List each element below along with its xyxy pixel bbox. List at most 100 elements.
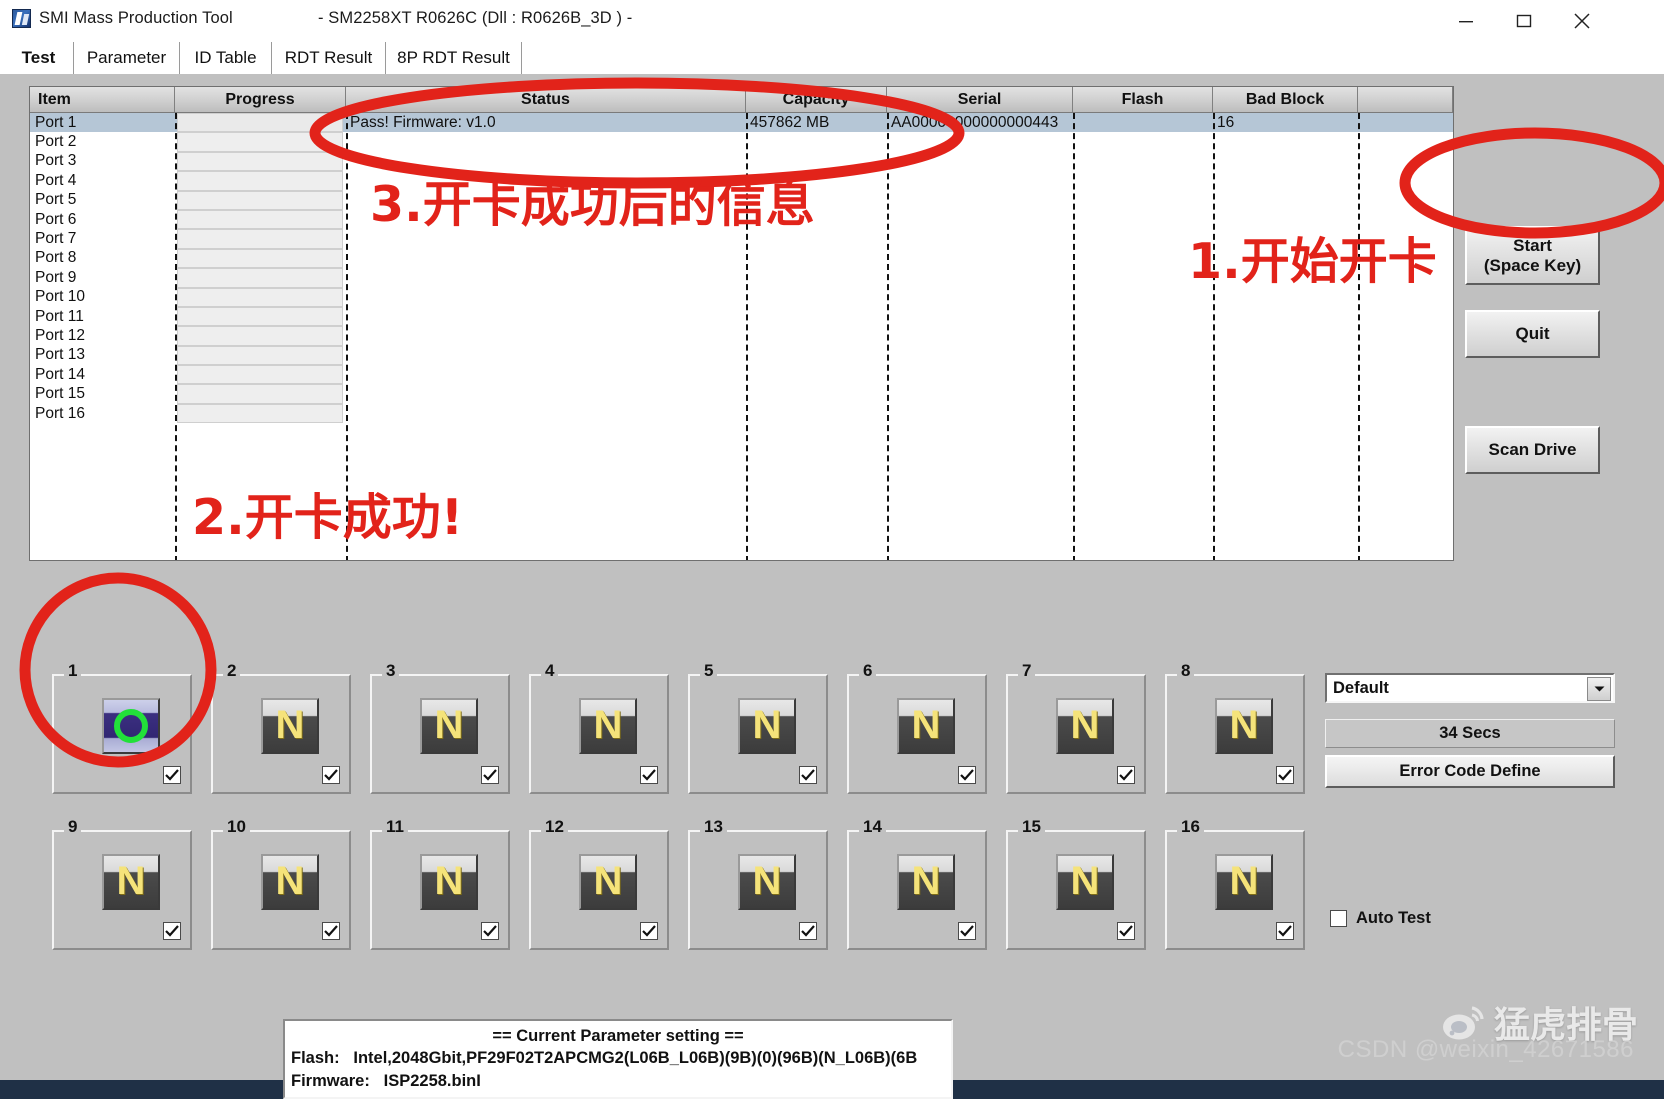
port-enable-checkbox[interactable] xyxy=(481,922,499,940)
port-tile-13[interactable]: 13 N xyxy=(688,818,828,950)
port-enable-checkbox[interactable] xyxy=(1276,922,1294,940)
table-row[interactable]: Port 3 xyxy=(30,151,1453,172)
port-tile-12[interactable]: 12 N xyxy=(529,818,669,950)
port-enable-checkbox[interactable] xyxy=(322,766,340,784)
quit-button[interactable]: Quit xyxy=(1465,310,1600,358)
port-status-letter: N xyxy=(275,859,305,903)
grid-cell-item: Port 1 xyxy=(35,113,77,131)
minimize-icon[interactable] xyxy=(1438,0,1494,42)
chevron-down-icon[interactable] xyxy=(1587,677,1611,701)
port-enable-checkbox[interactable] xyxy=(322,922,340,940)
grid-cell-flash xyxy=(1077,384,1211,403)
tab-parameter[interactable]: Parameter xyxy=(74,42,180,74)
grid-header-serial[interactable]: Serial xyxy=(887,87,1073,112)
port-enable-checkbox[interactable] xyxy=(799,922,817,940)
grid-header-progress[interactable]: Progress xyxy=(175,87,346,112)
port-tile-4[interactable]: 4N xyxy=(529,662,669,794)
table-row[interactable]: Port 6 xyxy=(30,209,1453,230)
grid-cell-flash xyxy=(1077,268,1211,287)
port-tile-1[interactable]: 1 xyxy=(52,662,192,794)
profile-select[interactable]: Default xyxy=(1325,673,1615,703)
tab-strip: Test Parameter ID Table RDT Result 8P RD… xyxy=(0,42,1664,74)
table-row[interactable]: Port 15 xyxy=(30,384,1453,404)
port-tile-5[interactable]: 5N xyxy=(688,662,828,794)
port-status-none-icon: N xyxy=(420,698,478,754)
grid-cell-capacity: 457862 MB xyxy=(750,113,830,131)
port-tile-8[interactable]: 8N xyxy=(1165,662,1305,794)
grid-header-badblock[interactable]: Bad Block xyxy=(1213,87,1358,112)
table-row[interactable]: Port 10 xyxy=(30,287,1453,307)
port-tile-16[interactable]: 16 N xyxy=(1165,818,1305,950)
checkmark-icon xyxy=(642,925,656,937)
grid-header-status[interactable]: Status xyxy=(346,87,746,112)
table-row[interactable]: Port 1 Pass! Firmware: v1.0 457862 MB AA000… xyxy=(30,113,1453,133)
table-row[interactable]: Port 5 xyxy=(30,190,1453,210)
grid-cell-bad-block xyxy=(1217,268,1357,287)
port-enable-checkbox[interactable] xyxy=(640,766,658,784)
port-tile-7[interactable]: 7N xyxy=(1006,662,1146,794)
auto-test-checkbox[interactable] xyxy=(1330,910,1347,927)
maximize-icon[interactable] xyxy=(1496,0,1552,42)
checkmark-icon xyxy=(801,769,815,781)
tab-test[interactable]: Test xyxy=(4,42,74,74)
application-window: SMI Mass Production Tool - SM2258XT R062… xyxy=(0,0,1664,1099)
port-status-letter: N xyxy=(752,859,782,903)
port-tile-number: 1 xyxy=(64,662,82,679)
port-enable-checkbox[interactable] xyxy=(481,766,499,784)
table-row[interactable]: Port 14 xyxy=(30,365,1453,385)
port-enable-checkbox[interactable] xyxy=(640,922,658,940)
port-tile-2[interactable]: 2N xyxy=(211,662,351,794)
grid-cell-progress xyxy=(177,345,343,366)
table-row[interactable]: Port 12 xyxy=(30,326,1453,346)
port-enable-checkbox[interactable] xyxy=(1276,766,1294,784)
port-tile-15[interactable]: 15 N xyxy=(1006,818,1146,950)
port-enable-checkbox[interactable] xyxy=(1117,922,1135,940)
grid-cell-serial xyxy=(891,268,1071,287)
grid-header-flash[interactable]: Flash xyxy=(1073,87,1213,112)
port-tile-3[interactable]: 3N xyxy=(370,662,510,794)
port-tile-number: 9 xyxy=(64,818,82,835)
port-status-letter: N xyxy=(434,703,464,747)
error-code-define-button[interactable]: Error Code Define xyxy=(1325,755,1615,788)
auto-test-toggle[interactable]: Auto Test xyxy=(1330,909,1431,928)
grid-cell-bad-block xyxy=(1217,171,1357,190)
table-row[interactable]: Port 16 xyxy=(30,403,1453,424)
port-tile-number: 6 xyxy=(859,662,877,679)
port-status-none-icon: N xyxy=(897,854,955,910)
tab-8p-rdt-result[interactable]: 8P RDT Result xyxy=(386,42,522,74)
port-tile-11[interactable]: 11 N xyxy=(370,818,510,950)
port-tile-number: 2 xyxy=(223,662,241,679)
table-row[interactable]: Port 11 xyxy=(30,306,1453,327)
port-enable-checkbox[interactable] xyxy=(163,922,181,940)
port-tile-10[interactable]: 10 N xyxy=(211,818,351,950)
port-status-grid[interactable]: Item Progress Status Capacity Serial Fla… xyxy=(29,86,1454,561)
table-row[interactable]: Port 7 xyxy=(30,229,1453,249)
port-enable-checkbox[interactable] xyxy=(1117,766,1135,784)
grid-cell-status xyxy=(350,384,744,403)
port-tile-6[interactable]: 6N xyxy=(847,662,987,794)
port-status-letter: N xyxy=(593,703,623,747)
table-row[interactable]: Port 4 xyxy=(30,171,1453,191)
tab-rdt-result[interactable]: RDT Result xyxy=(272,42,386,74)
close-icon[interactable] xyxy=(1554,0,1610,42)
port-enable-checkbox[interactable] xyxy=(958,922,976,940)
table-row[interactable]: Port 8 xyxy=(30,248,1453,269)
port-enable-checkbox[interactable] xyxy=(958,766,976,784)
port-enable-checkbox[interactable] xyxy=(799,766,817,784)
port-tile-14[interactable]: 14 N xyxy=(847,818,987,950)
parameter-flash-value: Intel,2048Gbit,PF29F02T2APCMG2(L06B_L06B… xyxy=(353,1049,918,1068)
tab-id-table[interactable]: ID Table xyxy=(180,42,272,74)
grid-header-capacity[interactable]: Capacity xyxy=(746,87,887,112)
port-tile-9[interactable]: 9N xyxy=(52,818,192,950)
table-row[interactable]: Port 2 xyxy=(30,132,1453,152)
scan-drive-button[interactable]: Scan Drive xyxy=(1465,426,1600,474)
current-parameter-panel[interactable]: == Current Parameter setting == Flash: I… xyxy=(283,1019,953,1099)
table-row[interactable]: Port 9 xyxy=(30,268,1453,288)
port-enable-checkbox[interactable] xyxy=(163,766,181,784)
grid-cell-bad-block xyxy=(1217,210,1357,229)
port-status-letter: N xyxy=(752,703,782,747)
checkmark-icon xyxy=(483,769,497,781)
grid-header-item[interactable]: Item xyxy=(30,87,175,112)
table-row[interactable]: Port 13 xyxy=(30,345,1453,366)
start-button[interactable]: Start (Space Key) xyxy=(1465,226,1600,285)
